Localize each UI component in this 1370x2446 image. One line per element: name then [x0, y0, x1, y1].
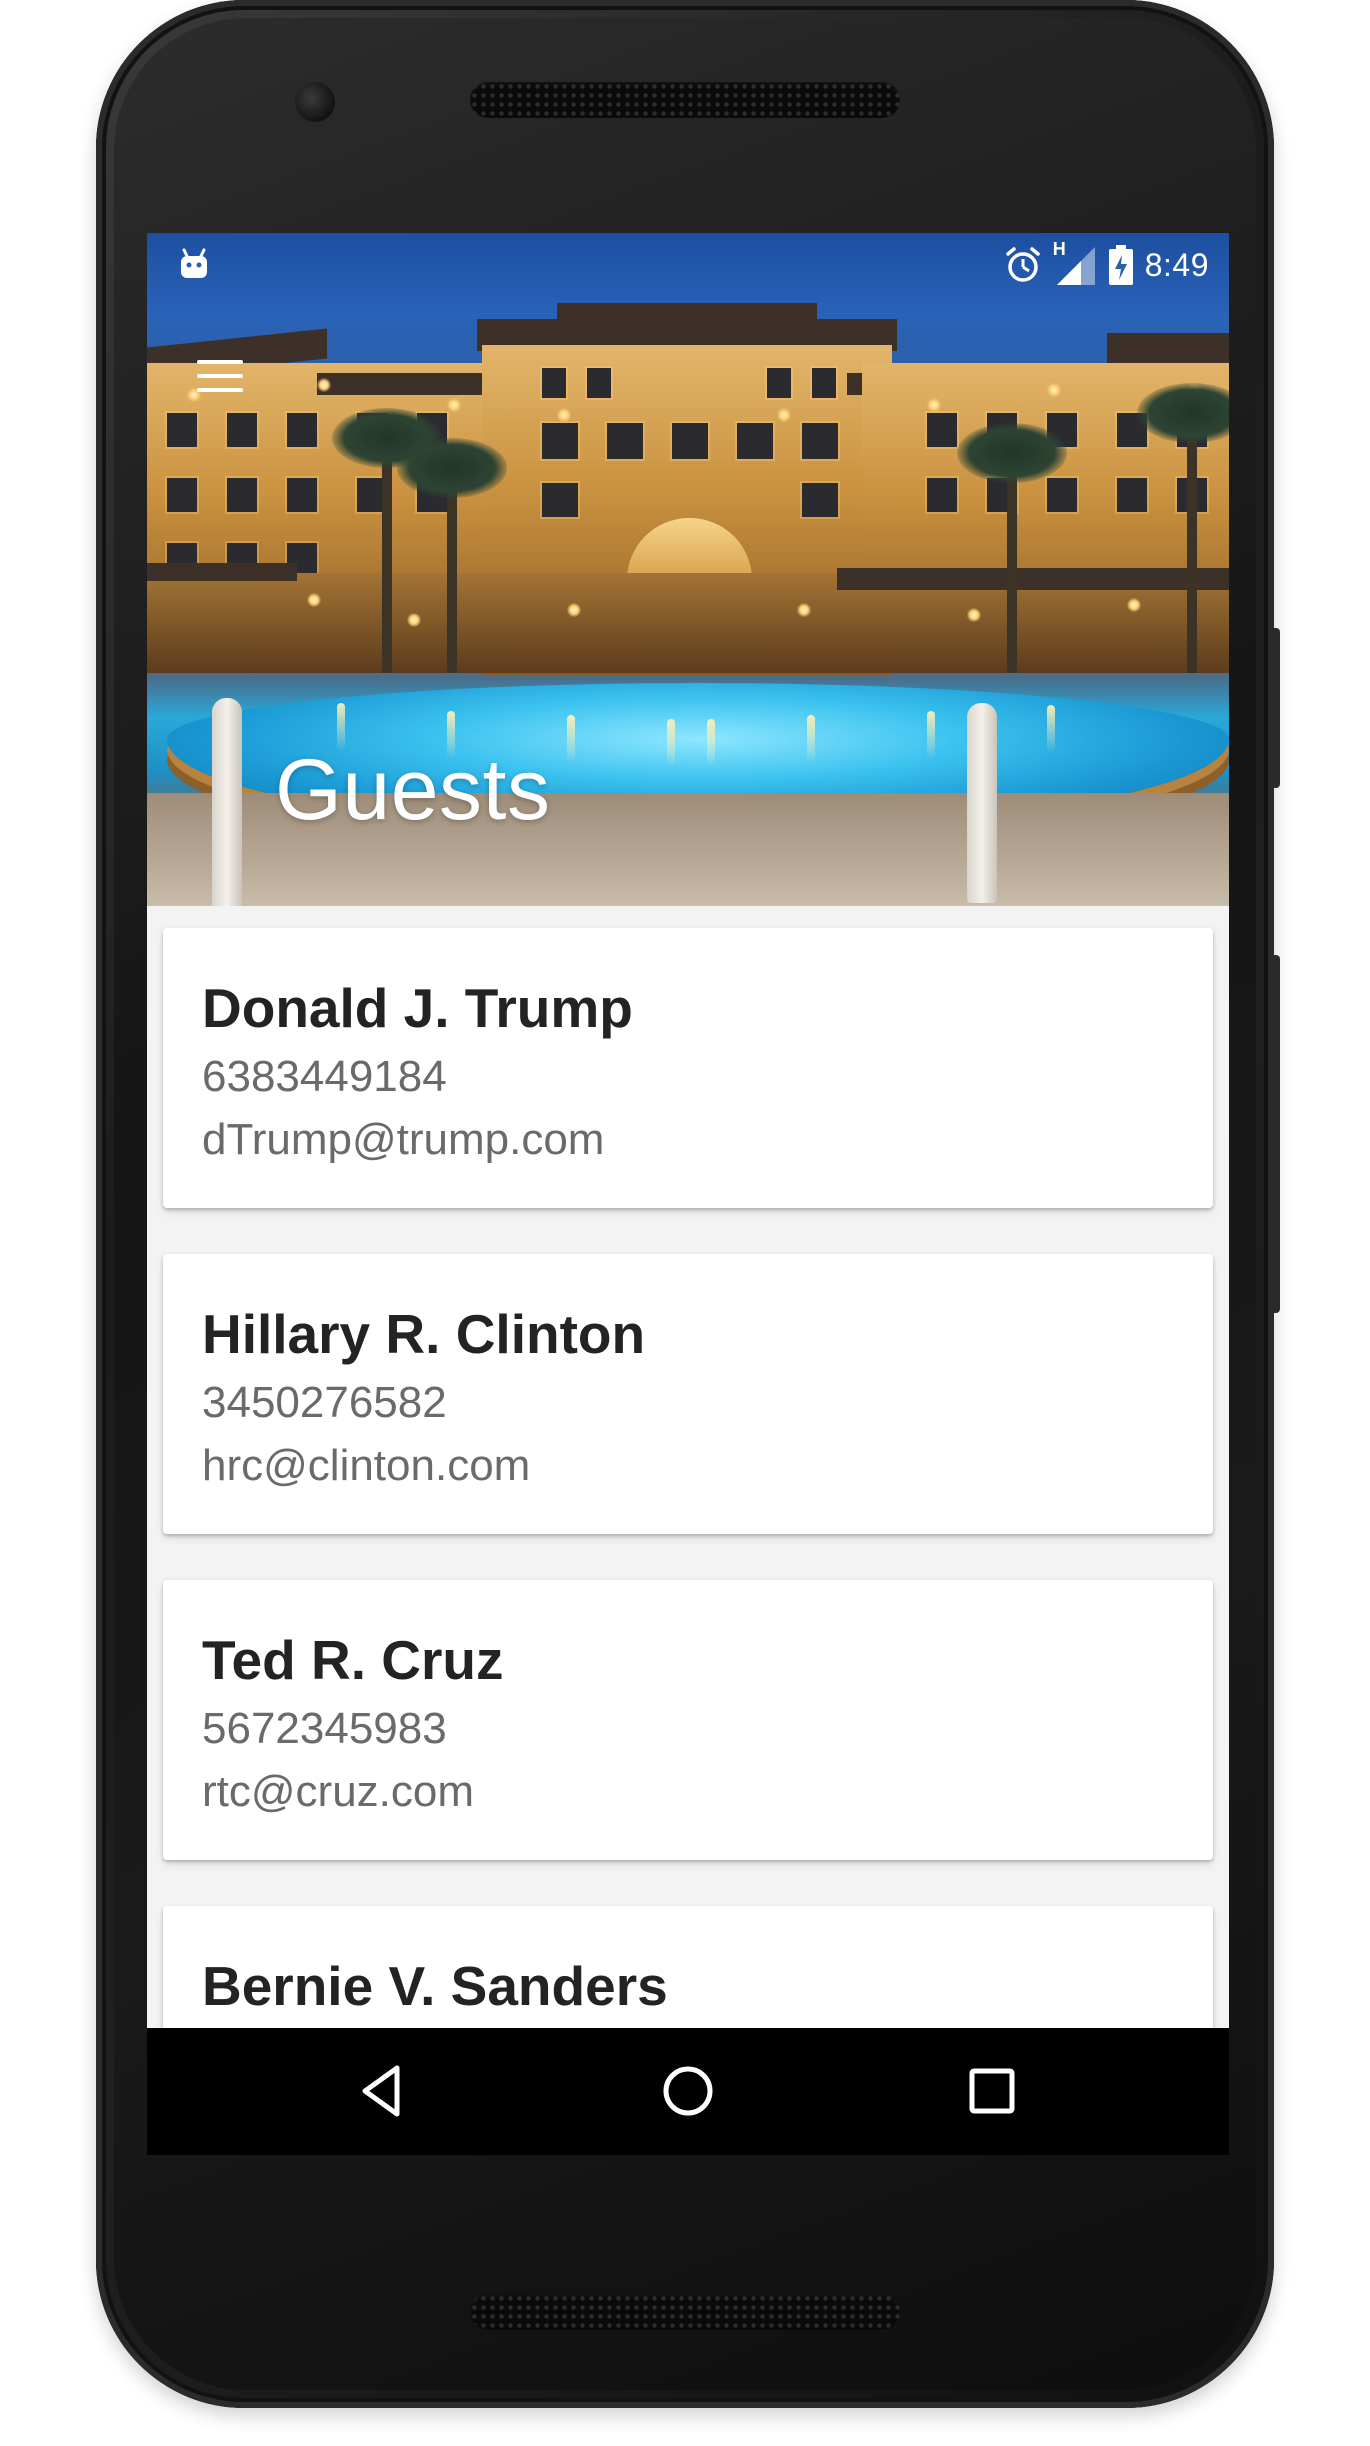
front-camera: [295, 82, 335, 122]
app-screen: H 8:49 Guests Donald J. Trump 6383449184…: [147, 233, 1229, 2155]
android-debug-icon: [181, 248, 207, 278]
volume-button: [1268, 955, 1280, 1313]
guest-name: Bernie V. Sanders: [202, 1955, 668, 2017]
alarm-icon: [1005, 247, 1040, 282]
system-navigation-bar: [147, 2028, 1229, 2155]
hamburger-menu-icon[interactable]: [191, 348, 251, 408]
guest-card[interactable]: Ted R. Cruz 5672345983 rtc@cruz.com: [163, 1580, 1213, 1860]
signal-icon: H: [1053, 239, 1097, 287]
hotel-header-image: H 8:49 Guests: [147, 233, 1229, 906]
guest-name: Hillary R. Clinton: [202, 1303, 646, 1365]
home-icon[interactable]: [655, 2058, 721, 2124]
guest-phone: 5672345983: [202, 1704, 447, 1753]
recents-icon[interactable]: [959, 2058, 1025, 2124]
guest-email: dTrump@trump.com: [202, 1115, 605, 1164]
status-time: 8:49: [1144, 246, 1209, 283]
status-icons: H 8:49: [1003, 239, 1209, 287]
guest-phone: 6383449184: [202, 1052, 447, 1101]
bottom-speaker-grille: [470, 2294, 900, 2330]
back-icon[interactable]: [351, 2058, 417, 2124]
page-title: Guests: [275, 742, 551, 838]
device-frame-page: H 8:49 Guests Donald J. Trump 6383449184…: [0, 0, 1370, 2446]
status-bar: H 8:49: [147, 233, 1229, 299]
guest-email: rtc@cruz.com: [202, 1767, 475, 1816]
battery-charging-icon: [1108, 245, 1133, 285]
top-speaker-grille: [470, 82, 900, 118]
guest-card[interactable]: Hillary R. Clinton 3450276582 hrc@clinto…: [163, 1254, 1213, 1534]
guest-phone: 3450276582: [202, 1378, 447, 1427]
guest-name: Donald J. Trump: [202, 977, 633, 1039]
guest-card[interactable]: Donald J. Trump 6383449184 dTrump@trump.…: [163, 928, 1213, 1208]
guest-list: Donald J. Trump 6383449184 dTrump@trump.…: [147, 906, 1229, 2155]
guest-email: hrc@clinton.com: [202, 1441, 531, 1490]
guest-name: Ted R. Cruz: [202, 1629, 504, 1691]
power-button: [1268, 628, 1280, 788]
